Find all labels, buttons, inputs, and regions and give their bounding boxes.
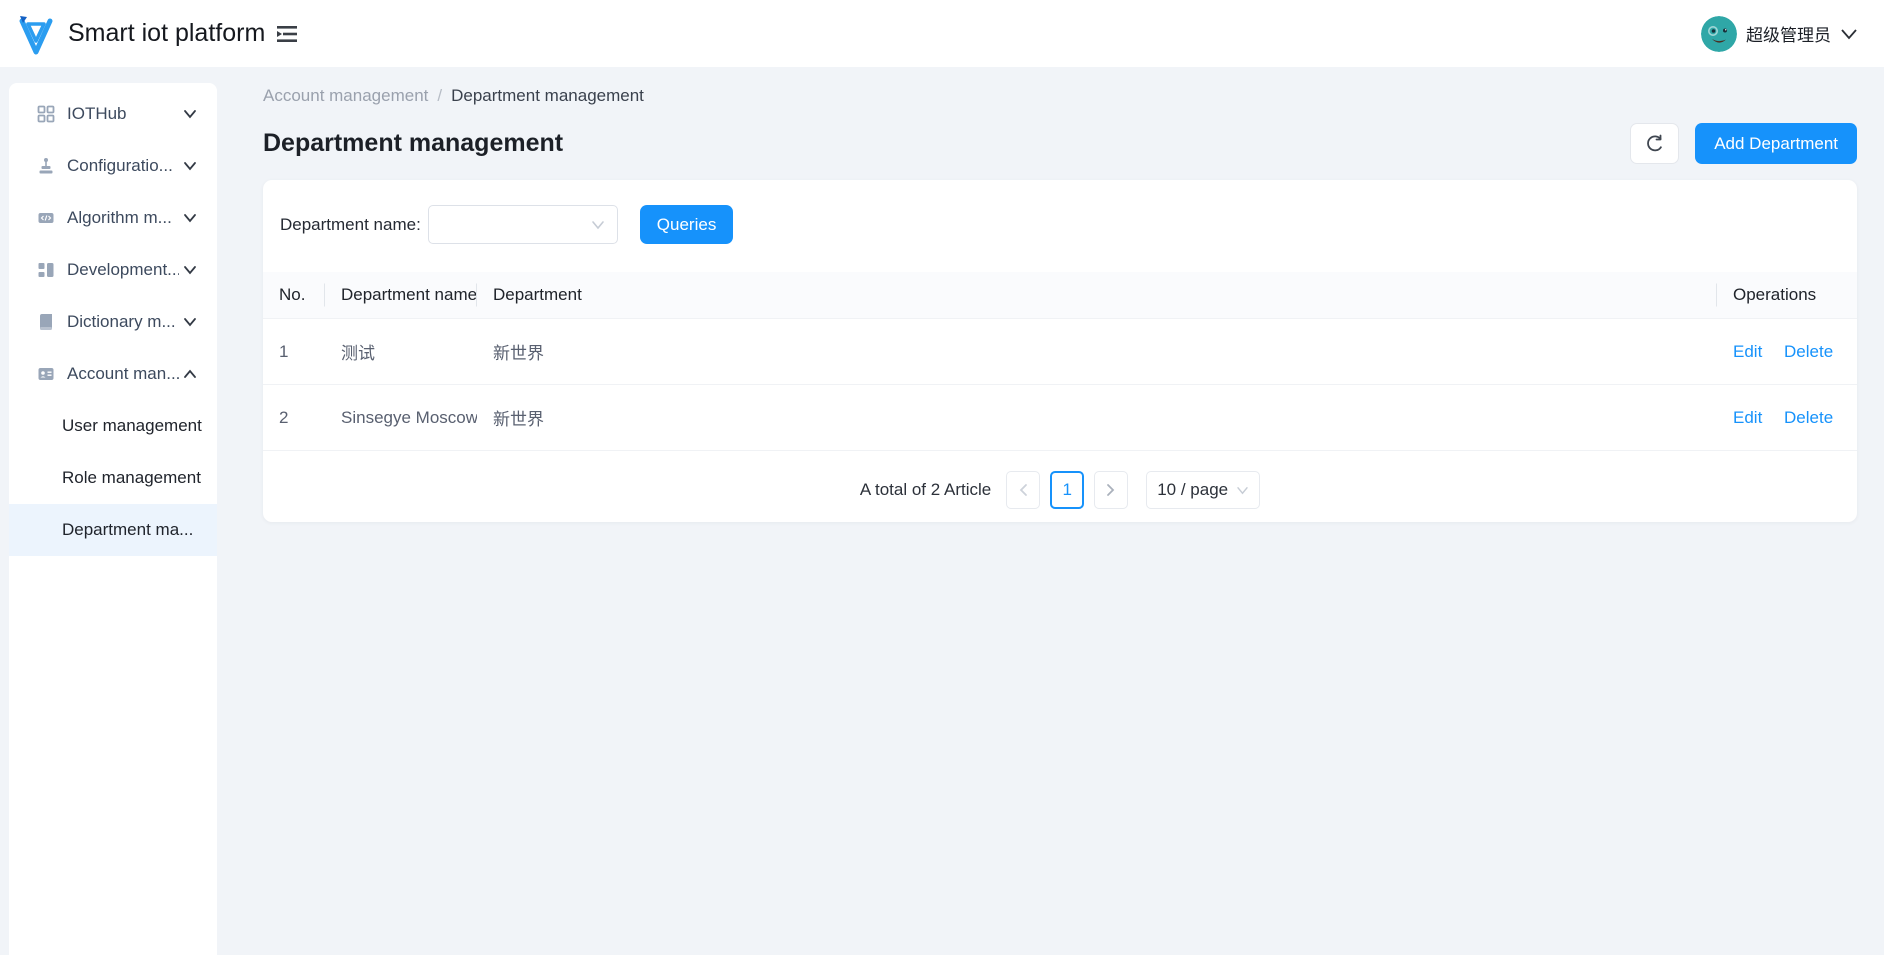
- user-menu[interactable]: 超级管理员: [1701, 15, 1858, 52]
- page-actions: Add Department: [1630, 123, 1857, 164]
- cell-no: 2: [263, 384, 325, 451]
- delete-link[interactable]: Delete: [1784, 342, 1833, 361]
- chevron-up-icon: [183, 369, 197, 379]
- content-card: Department name: Queries No. Department …: [263, 180, 1857, 522]
- delete-link[interactable]: Delete: [1784, 408, 1833, 427]
- cell-no: 1: [263, 318, 325, 385]
- chevron-left-icon: [1019, 484, 1028, 496]
- user-avatar: [1701, 15, 1737, 52]
- column-header-operations: Operations: [1717, 272, 1857, 319]
- sidebar-item-configuration[interactable]: Configuratio...: [9, 140, 217, 192]
- sidebar-item-label: Account man...: [67, 364, 179, 383]
- table-row: 1 测试 新世界 Edit Delete: [263, 318, 1857, 385]
- breadcrumb-parent[interactable]: Account management: [263, 86, 428, 106]
- code-icon: [37, 209, 55, 227]
- breadcrumb-current: Department management: [451, 86, 644, 105]
- table-header-row: No. Department name Department Operation…: [263, 272, 1857, 319]
- page-size-select[interactable]: 10 / page: [1146, 471, 1261, 509]
- id-card-icon: [37, 365, 55, 383]
- sidebar-item-label: Development...: [67, 260, 179, 279]
- cell-operations: Edit Delete: [1717, 318, 1857, 385]
- sidebar-item-label: Algorithm m...: [67, 208, 172, 227]
- page-title-row: Department management Add Department: [263, 123, 1857, 164]
- refresh-button[interactable]: [1630, 123, 1680, 164]
- top-header: Smart iot platform 超级管理员: [0, 0, 1884, 67]
- cell-department: 新世界: [477, 384, 1717, 451]
- column-header-department: Department: [477, 272, 1717, 319]
- sidebar-item-account[interactable]: Account man...: [9, 348, 217, 400]
- select-chevron-down-icon: [1237, 486, 1248, 494]
- department-name-label: Department name:: [280, 214, 421, 234]
- book-icon: [37, 313, 55, 331]
- edit-link[interactable]: Edit: [1733, 408, 1762, 427]
- app-logo-icon: [14, 12, 58, 56]
- blocks-icon: [37, 261, 55, 279]
- pagination-next-button[interactable]: [1094, 471, 1129, 509]
- sidebar-subitem-user-management[interactable]: User management: [9, 400, 217, 452]
- config-icon: [37, 157, 55, 175]
- filter-row: Department name: Queries: [263, 205, 1857, 244]
- sidebar-item-label: IOTHub: [67, 104, 127, 123]
- page-title: Department management: [263, 129, 564, 157]
- sidebar-item-iothub[interactable]: IOTHub: [9, 88, 217, 140]
- cell-operations: Edit Delete: [1717, 384, 1857, 451]
- sidebar-subitem-department-management[interactable]: Department ma...: [9, 504, 217, 556]
- table-row: 2 Sinsegye Moscow 新世界 Edit Delete: [263, 384, 1857, 451]
- department-name-select[interactable]: [427, 205, 618, 244]
- cell-department: 新世界: [477, 318, 1717, 385]
- breadcrumb-separator: /: [437, 86, 443, 105]
- sidebar-item-development[interactable]: Development...: [9, 244, 217, 296]
- select-chevron-down-icon: [591, 220, 604, 229]
- main-content: Account management / Department manageme…: [263, 67, 1857, 522]
- pagination-prev-button[interactable]: [1006, 471, 1041, 509]
- breadcrumb: Account management / Department manageme…: [263, 86, 1857, 106]
- chevron-down-icon: [183, 109, 197, 119]
- pagination-page-1[interactable]: 1: [1050, 471, 1085, 509]
- refresh-icon: [1647, 134, 1663, 152]
- cell-department-name: Sinsegye Moscow: [325, 384, 477, 451]
- sidebar-subitem-role-management[interactable]: Role management: [9, 452, 217, 504]
- sidebar-nav: IOTHub Configuratio... Algorithm m... De…: [9, 83, 217, 955]
- user-chevron-down-icon: [1841, 28, 1857, 39]
- chevron-down-icon: [183, 265, 197, 275]
- pagination: A total of 2 Article 1 10 / page: [263, 471, 1857, 509]
- sidebar-item-label: Dictionary m...: [67, 312, 176, 331]
- sidebar-item-label: Configuratio...: [67, 156, 173, 175]
- department-table: No. Department name Department Operation…: [263, 272, 1857, 451]
- chevron-down-icon: [183, 317, 197, 327]
- add-department-button[interactable]: Add Department: [1695, 123, 1857, 164]
- sidebar-item-algorithm[interactable]: Algorithm m...: [9, 192, 217, 244]
- sidebar-item-dictionary[interactable]: Dictionary m...: [9, 296, 217, 348]
- chevron-down-icon: [183, 213, 197, 223]
- app-title: Smart iot platform: [68, 19, 266, 47]
- queries-button[interactable]: Queries: [639, 205, 734, 244]
- column-header-department-name: Department name: [325, 272, 477, 319]
- grid-icon: [37, 105, 55, 123]
- column-header-no: No.: [263, 272, 325, 319]
- page-size-value: 10 / page: [1157, 480, 1229, 499]
- edit-link[interactable]: Edit: [1733, 342, 1762, 361]
- user-name: 超级管理员: [1746, 26, 1831, 45]
- cell-department-name: 测试: [325, 318, 477, 385]
- pagination-total: A total of 2 Article: [859, 480, 992, 499]
- chevron-down-icon: [183, 161, 197, 171]
- chevron-right-icon: [1107, 484, 1115, 496]
- collapse-sidebar-icon[interactable]: [274, 22, 300, 46]
